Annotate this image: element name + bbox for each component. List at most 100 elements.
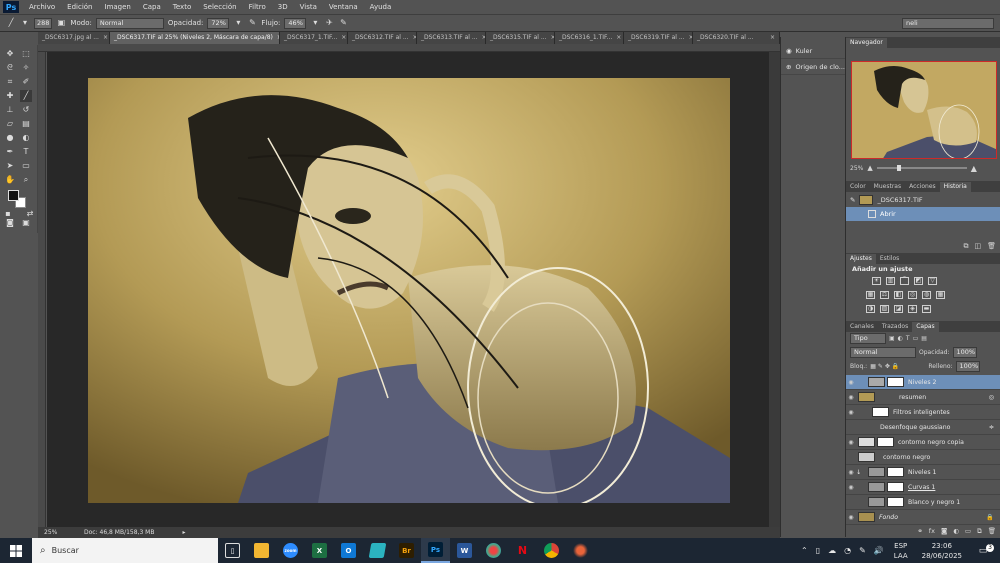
tab-channels[interactable]: Canales — [846, 322, 878, 332]
close-icon[interactable]: × — [770, 32, 775, 44]
blend-mode-select[interactable]: Normal — [850, 347, 916, 358]
menu-archivo[interactable]: Archivo — [23, 0, 61, 14]
layer-mask-thumbnail[interactable] — [887, 482, 904, 492]
crop-tool-icon[interactable]: ⌗ — [4, 76, 16, 88]
link-icon[interactable]: ⚭ — [917, 527, 922, 536]
opacity-field[interactable]: 72% — [207, 17, 230, 29]
quick-select-icon[interactable]: ✧ — [20, 62, 32, 74]
vibrance-icon[interactable]: ▽ — [928, 277, 937, 285]
history-brush-icon[interactable]: ↺ — [20, 104, 32, 116]
flow-field[interactable]: 46% — [284, 17, 307, 29]
healing-brush-icon[interactable]: ✚ — [4, 90, 16, 102]
document-image[interactable] — [88, 78, 730, 503]
taskbar-search[interactable]: ⌕ Buscar — [32, 538, 218, 563]
fx-icon[interactable]: fx — [929, 527, 935, 536]
status-arrow-icon[interactable]: ▸ — [154, 529, 185, 536]
layer-row[interactable]: contorno negro — [846, 450, 1000, 465]
brush-tool-icon[interactable]: ╱ — [6, 18, 16, 28]
marquee-tool-icon[interactable]: ⬚ — [20, 48, 32, 60]
zoom-out-icon[interactable]: ▲ — [867, 164, 872, 172]
eyedropper-icon[interactable]: ✐ — [20, 76, 32, 88]
exposure-icon[interactable]: ◩ — [914, 277, 923, 285]
layer-row[interactable]: ◉ Curvas 1 — [846, 480, 1000, 495]
curves-icon[interactable]: ⌒ — [900, 277, 909, 285]
navigator-zoom[interactable]: 25% — [850, 165, 863, 172]
navigator-thumbnail[interactable] — [851, 61, 997, 159]
taskbar-app[interactable]: ▯ — [218, 538, 247, 563]
path-select-icon[interactable]: ➤ — [4, 160, 16, 172]
eye-icon[interactable]: ◉ — [846, 484, 856, 491]
doc-tab[interactable]: _DSC6315.TIF al ...× — [486, 32, 555, 44]
taskbar-app[interactable]: zoom — [276, 538, 305, 563]
mode-select[interactable]: Normal — [95, 17, 164, 29]
layer-row[interactable]: Desenfoque gaussiano ≑ — [846, 420, 1000, 435]
tab-swatches[interactable]: Muestras — [870, 182, 905, 192]
chevron-down-icon[interactable]: ▾ — [20, 18, 30, 28]
close-icon[interactable]: × — [616, 32, 621, 44]
menu-edicion[interactable]: Edición — [61, 0, 98, 14]
blur-tool-icon[interactable]: ● — [4, 132, 16, 144]
kuler-item[interactable]: ◉ Kuler — [781, 43, 845, 59]
color-lookup-icon[interactable]: ▦ — [936, 291, 945, 299]
brush-panel-icon[interactable]: ▣ — [56, 18, 66, 28]
filter-options-icon[interactable]: ≑ — [989, 424, 994, 431]
foreground-color-swatch[interactable] — [8, 190, 19, 201]
eye-icon[interactable]: ◉ — [846, 439, 856, 446]
vertical-scrollbar[interactable] — [769, 52, 780, 527]
stamp-tool-icon[interactable]: ⊥ — [4, 104, 16, 116]
doc-tab[interactable]: _DSC6313.TIF al ...× — [417, 32, 486, 44]
tab-paths[interactable]: Trazados — [878, 322, 912, 332]
close-icon[interactable]: × — [341, 32, 346, 44]
tab-layers[interactable]: Capas — [912, 322, 939, 332]
shape-tool-icon[interactable]: ▭ — [20, 160, 32, 172]
layer-row[interactable]: ◉ Niveles 2 — [846, 375, 1000, 390]
tab-styles[interactable]: Estilos — [876, 254, 903, 264]
new-adjustment-icon[interactable]: ◐ — [953, 527, 959, 536]
layer-filter-icons[interactable]: ▣◐T▭▤ — [889, 335, 930, 342]
taskbar-app[interactable]: W — [450, 538, 479, 563]
lock-icons[interactable]: ▦✎✥🔒 — [870, 363, 901, 370]
doc-tab[interactable]: _DSC6317.jpg al ... × — [38, 32, 110, 44]
taskbar-app-active[interactable]: Ps — [421, 538, 450, 563]
doc-tab[interactable]: _DSC6317_1.TIF... × — [280, 32, 348, 44]
layer-row[interactable]: ◉ Fondo 🔒 — [846, 510, 1000, 525]
black-white-icon[interactable]: ◧ — [894, 291, 903, 299]
invert-icon[interactable]: ◑ — [866, 305, 875, 313]
brush-tool-icon[interactable]: ╱ — [20, 90, 32, 102]
clone-source-item[interactable]: ⊕ Origen de clo... — [781, 59, 845, 75]
pen-icon[interactable]: ✎ — [859, 546, 866, 555]
workspace-select[interactable]: neli — [902, 18, 994, 29]
input-language[interactable]: ESP LAA — [894, 541, 908, 561]
menu-capa[interactable]: Capa — [137, 0, 167, 14]
add-mask-icon[interactable]: ◙ — [941, 527, 947, 536]
close-icon[interactable]: × — [103, 32, 108, 44]
menu-seleccion[interactable]: Selección — [197, 0, 242, 14]
new-group-icon[interactable]: ▭ — [965, 527, 971, 536]
start-button[interactable] — [0, 538, 32, 563]
chevron-down-icon[interactable]: ▾ — [233, 18, 243, 28]
trash-icon[interactable]: 🗑 — [987, 242, 996, 251]
doc-tab[interactable]: _DSC6316_1.TIF... × — [555, 32, 624, 44]
selective-color-icon[interactable]: ◈ — [908, 305, 917, 313]
pen-tool-icon[interactable]: ✒ — [4, 146, 16, 158]
taskbar-app[interactable]: Br — [392, 538, 421, 563]
dodge-tool-icon[interactable]: ◐ — [20, 132, 32, 144]
taskbar-app[interactable] — [537, 538, 566, 563]
doc-tab-active[interactable]: _DSC6317.TIF al 25% (Niveles 2, Máscara … — [110, 32, 280, 44]
tab-color[interactable]: Color — [846, 182, 870, 192]
layer-mask-thumbnail[interactable] — [887, 497, 904, 507]
eye-icon[interactable]: ◉ — [846, 409, 856, 416]
quick-mask-icon[interactable]: ◙ — [4, 217, 16, 229]
menu-imagen[interactable]: Imagen — [99, 0, 137, 14]
move-tool-icon[interactable]: ✥ — [4, 48, 16, 60]
eye-icon[interactable]: ◉ — [846, 469, 856, 476]
eye-icon[interactable]: ◉ — [846, 514, 856, 521]
layer-mask-thumbnail[interactable] — [887, 467, 904, 477]
trash-icon[interactable]: 🗑 — [988, 527, 996, 536]
hue-saturation-icon[interactable]: ▦ — [866, 291, 875, 299]
doc-tab[interactable]: _DSC6312.TIF al ...× — [348, 32, 417, 44]
posterize-icon[interactable]: ▨ — [880, 305, 889, 313]
layer-opacity-field[interactable]: 100% — [952, 347, 977, 358]
eraser-tool-icon[interactable]: ▱ — [4, 118, 16, 130]
taskbar-app[interactable]: O — [334, 538, 363, 563]
